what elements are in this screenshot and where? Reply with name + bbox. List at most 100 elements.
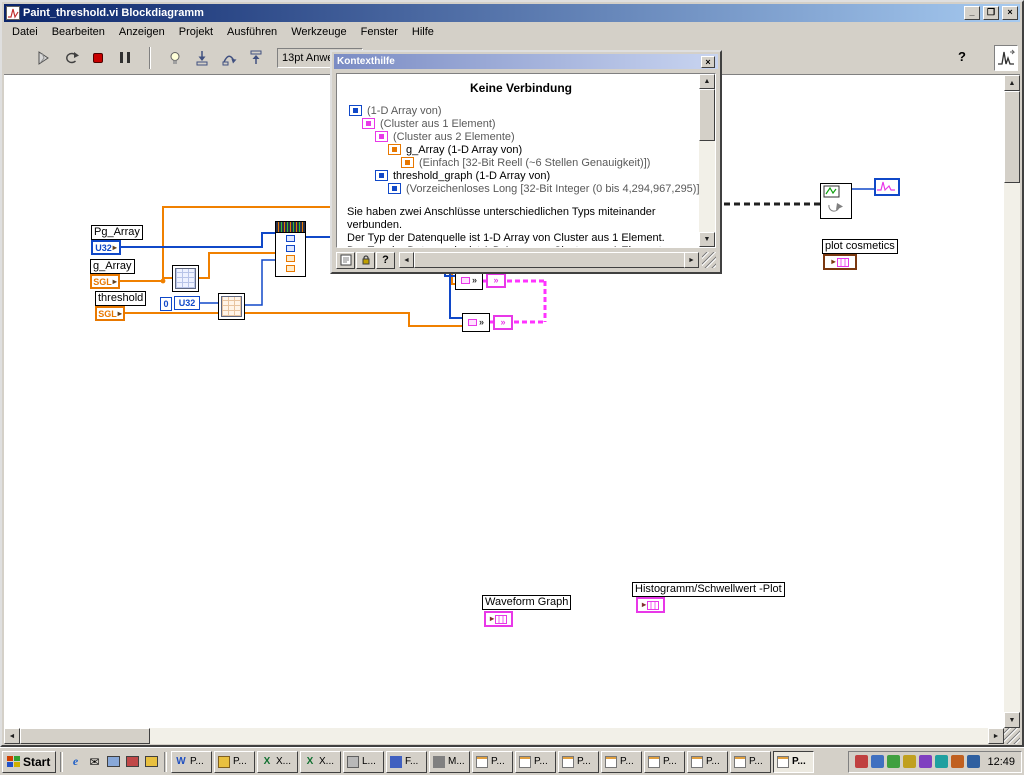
menu-werkzeuge[interactable]: Werkzeuge	[284, 24, 353, 40]
taskbar-button[interactable]: X X...	[300, 750, 341, 773]
scroll-down-button[interactable]: ▼	[699, 232, 715, 247]
plot-cosmetics-terminal[interactable]: ▸	[823, 254, 857, 270]
tray-graphics-icon[interactable]	[935, 755, 949, 768]
waveform-graph-terminal[interactable]: ▸	[484, 611, 513, 627]
menu-datei[interactable]: Datei	[5, 24, 45, 40]
abort-button[interactable]	[86, 46, 110, 70]
show-desktop-icon[interactable]	[105, 753, 122, 770]
tray-scheduler-icon[interactable]	[903, 755, 917, 768]
wire-index-to-bundle[interactable]	[198, 252, 275, 279]
bundle-cluster-array-node[interactable]	[275, 221, 306, 277]
threshold-terminal[interactable]: SGL ▸	[95, 306, 125, 321]
waveform-graph-label[interactable]: Waveform Graph	[482, 595, 572, 610]
scroll-up-button[interactable]: ▲	[699, 74, 715, 89]
taskbar-button[interactable]: X X...	[257, 750, 298, 773]
taskbar-button[interactable]: P...	[472, 750, 513, 773]
tray-volume-icon[interactable]	[855, 755, 869, 768]
menu-bearbeiten[interactable]: Bearbeiten	[45, 24, 112, 40]
taskbar-button[interactable]: P...	[214, 750, 255, 773]
graph-reference-node[interactable]	[874, 178, 900, 196]
resize-grip[interactable]	[1004, 728, 1020, 744]
context-help-hscrollbar[interactable]: ◄ ►	[399, 252, 699, 268]
tray-display-icon[interactable]	[871, 755, 885, 768]
pause-button[interactable]	[113, 46, 137, 70]
folder-quicklaunch-icon[interactable]	[143, 753, 160, 770]
threshold-label[interactable]: threshold	[95, 291, 147, 306]
coerced-cluster-node-1[interactable]: »	[486, 273, 506, 288]
array-subset-node[interactable]	[218, 293, 245, 320]
maximize-button[interactable]: ❐	[983, 6, 999, 20]
taskbar-button[interactable]: P...	[558, 750, 599, 773]
taskbar-button[interactable]: P...	[687, 750, 728, 773]
to-u32-conversion-node[interactable]: U32	[174, 296, 200, 310]
scroll-down-button[interactable]: ▼	[1004, 712, 1020, 728]
scroll-right-button[interactable]: ►	[988, 728, 1004, 744]
taskbar-button[interactable]: P...	[515, 750, 556, 773]
numeric-constant-0[interactable]: 0	[160, 297, 172, 311]
step-over-button[interactable]	[217, 46, 241, 70]
scroll-right-button[interactable]: ►	[684, 252, 699, 268]
menu-projekt[interactable]: Projekt	[172, 24, 220, 40]
taskbar-button[interactable]: M...	[429, 750, 470, 773]
scroll-left-button[interactable]: ◄	[4, 728, 20, 744]
g-array-label[interactable]: g_Array	[90, 259, 135, 274]
context-help-close-icon[interactable]: ×	[701, 55, 715, 68]
close-button[interactable]: ×	[1002, 6, 1018, 20]
g-array-terminal[interactable]: SGL ▸	[90, 274, 120, 289]
taskbar-button[interactable]: W P...	[171, 750, 212, 773]
coerced-cluster-node-2[interactable]: »	[493, 315, 513, 330]
property-node-plot[interactable]	[820, 183, 852, 219]
menu-fenster[interactable]: Fenster	[354, 24, 405, 40]
title-bar[interactable]: Paint_threshold.vi Blockdiagramm _ ❐ ×	[4, 4, 1020, 22]
pg-array-terminal[interactable]: U32 ▸	[91, 240, 121, 255]
context-help-scroll-thumb[interactable]	[699, 89, 715, 141]
vertical-scrollbar[interactable]: ▲ ▼	[1004, 75, 1020, 728]
histogram-plot-terminal[interactable]: ▸	[636, 597, 665, 613]
tray-language-icon[interactable]	[951, 755, 965, 768]
wire-threshold[interactable]	[123, 312, 462, 327]
context-help-hscroll-thumb[interactable]	[414, 252, 699, 268]
step-into-button[interactable]	[190, 46, 214, 70]
highlight-execution-button[interactable]	[163, 46, 187, 70]
context-help-titlebar[interactable]: Kontexthilfe ×	[334, 54, 718, 69]
detailed-help-icon[interactable]	[336, 251, 355, 269]
context-help-resize-grip[interactable]	[702, 252, 716, 268]
taskbar-clock[interactable]: 12:49	[987, 756, 1015, 768]
plot-cosmetics-label[interactable]: plot cosmetics	[822, 239, 898, 254]
media-player-icon[interactable]	[124, 753, 141, 770]
menu-hilfe[interactable]: Hilfe	[405, 24, 441, 40]
horizontal-scroll-thumb[interactable]	[20, 728, 150, 744]
tray-network-icon[interactable]	[887, 755, 901, 768]
scroll-left-button[interactable]: ◄	[399, 252, 414, 268]
start-button[interactable]: Start	[2, 750, 56, 773]
tray-messenger-icon[interactable]	[967, 755, 981, 768]
menu-anzeigen[interactable]: Anzeigen	[112, 24, 172, 40]
mail-quicklaunch-icon[interactable]: ✉	[86, 753, 103, 770]
help-button[interactable]: ?	[952, 47, 972, 67]
minimize-button[interactable]: _	[964, 6, 980, 20]
run-continuous-button[interactable]	[59, 46, 83, 70]
index-array-node[interactable]	[172, 265, 199, 292]
step-out-button[interactable]	[244, 46, 268, 70]
taskbar-button[interactable]: P...	[601, 750, 642, 773]
more-help-icon[interactable]: ?	[376, 251, 395, 269]
run-button[interactable]	[32, 46, 56, 70]
vertical-scroll-thumb[interactable]	[1004, 91, 1020, 183]
horizontal-scrollbar[interactable]: ◄ ►	[4, 728, 1004, 744]
taskbar-button[interactable]: F...	[386, 750, 427, 773]
scroll-up-button[interactable]: ▲	[1004, 75, 1020, 91]
wire-subset-to-bundle[interactable]	[244, 259, 275, 306]
taskbar-button[interactable]: L...	[343, 750, 384, 773]
lock-help-icon[interactable]	[356, 251, 375, 269]
context-help-vscrollbar[interactable]: ▲ ▼	[699, 74, 715, 247]
bundle-node-2[interactable]: »	[462, 313, 490, 332]
ie-quicklaunch-icon[interactable]: e	[67, 753, 84, 770]
tray-antivirus-icon[interactable]	[919, 755, 933, 768]
histogram-plot-label[interactable]: Histogramm/Schwellwert -Plot	[632, 582, 785, 597]
labview-logo-icon	[994, 45, 1018, 71]
menu-ausfuehren[interactable]: Ausführen	[220, 24, 284, 40]
taskbar-button[interactable]: P...	[730, 750, 771, 773]
pg-array-label[interactable]: Pg_Array	[91, 225, 143, 240]
taskbar-button[interactable]: P...	[644, 750, 685, 773]
taskbar-button-active[interactable]: P...	[773, 750, 814, 773]
